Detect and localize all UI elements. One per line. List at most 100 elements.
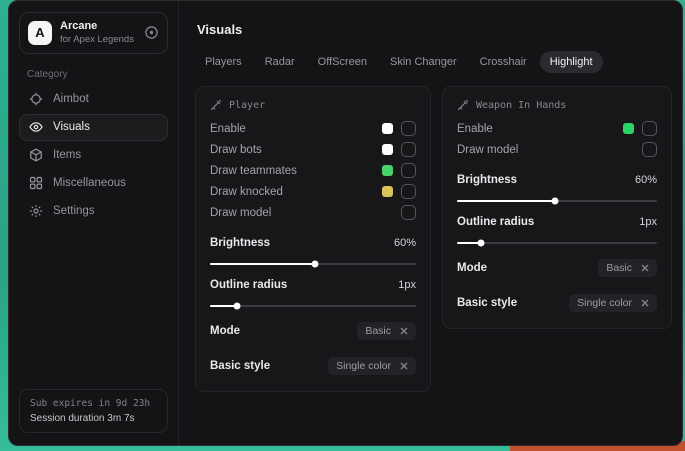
brightness-value: 60% [635, 174, 657, 186]
sidebar-item-visuals[interactable]: Visuals [19, 114, 168, 141]
toggle-row-enable: Enable [210, 118, 416, 139]
gun-icon [457, 99, 469, 111]
color-swatch[interactable] [382, 186, 393, 197]
basic-style-row: Basic style Single color [457, 292, 657, 314]
setting-label: Draw model [457, 144, 518, 156]
mode-row: Mode Basic [457, 257, 657, 279]
toggle-row-draw-knocked: Draw knocked [210, 181, 416, 202]
tab-offscreen[interactable]: OffScreen [308, 51, 377, 73]
tab-bar: Players Radar OffScreen Skin Changer Cro… [195, 51, 672, 73]
brightness-slider[interactable] [457, 200, 657, 202]
sidebar-item-label: Aimbot [53, 93, 89, 105]
sidebar-item-settings[interactable]: Settings [19, 198, 168, 225]
remove-tag-icon[interactable] [641, 299, 649, 307]
outline-radius-value: 1px [398, 279, 416, 291]
setting-label: Draw teammates [210, 165, 297, 177]
checkbox[interactable] [642, 142, 657, 157]
app-logo: A [28, 21, 52, 45]
checkbox[interactable] [401, 121, 416, 136]
mode-label: Mode [210, 325, 240, 337]
discord-icon[interactable] [144, 25, 159, 40]
tab-players[interactable]: Players [195, 51, 252, 73]
setting-label: Enable [457, 123, 493, 135]
outline-radius-label: Outline radius [457, 216, 534, 228]
color-swatch[interactable] [623, 123, 634, 134]
sidebar-item-label: Miscellaneous [53, 177, 126, 189]
app-title: Arcane [60, 20, 134, 34]
slider-fill [210, 263, 315, 265]
color-swatch[interactable] [382, 123, 393, 134]
color-swatch[interactable] [382, 144, 393, 155]
tab-crosshair[interactable]: Crosshair [470, 51, 537, 73]
grid-icon [29, 176, 43, 190]
basic-style-row: Basic style Single color [210, 355, 416, 377]
panel-title: Weapon In Hands [476, 100, 566, 111]
sidebar-nav: Aimbot Visuals Items [19, 86, 168, 226]
sidebar-item-label: Visuals [53, 121, 90, 133]
box-icon [29, 148, 43, 162]
outline-radius-label: Outline radius [210, 279, 287, 291]
tag-label: Single color [336, 360, 391, 372]
brightness-value: 60% [394, 237, 416, 249]
toggle-row-draw-bots: Draw bots [210, 139, 416, 160]
eye-icon [29, 120, 43, 134]
session-duration: Session duration 3m 7s [30, 413, 157, 424]
brightness-slider-group: Brightness 60% [210, 232, 416, 265]
page-title: Visuals [197, 22, 672, 37]
checkbox[interactable] [401, 142, 416, 157]
toggle-row-enable: Enable [457, 118, 657, 139]
sidebar-item-miscellaneous[interactable]: Miscellaneous [19, 170, 168, 197]
basic-style-label: Basic style [210, 360, 270, 372]
outline-radius-slider[interactable] [457, 242, 657, 244]
mode-tag[interactable]: Basic [357, 322, 416, 340]
basic-style-label: Basic style [457, 297, 517, 309]
slider-handle[interactable] [312, 261, 319, 268]
remove-tag-icon[interactable] [400, 327, 408, 335]
slider-handle[interactable] [233, 303, 240, 310]
slider-handle[interactable] [552, 198, 559, 205]
crosshair-icon [29, 92, 43, 106]
tab-radar[interactable]: Radar [255, 51, 305, 73]
outline-radius-slider[interactable] [210, 305, 416, 307]
content-area: Player Enable Draw bots [195, 86, 672, 392]
subscription-info-card: Sub expires in 9d 23h Session duration 3… [19, 389, 168, 433]
basic-style-tag[interactable]: Single color [328, 357, 416, 375]
app-header-card: A Arcane for Apex Legends [19, 12, 168, 54]
toggle-row-draw-model: Draw model [210, 202, 416, 223]
gear-icon [29, 204, 43, 218]
checkbox[interactable] [401, 205, 416, 220]
app-subtitle: for Apex Legends [60, 34, 134, 46]
sidebar-item-items[interactable]: Items [19, 142, 168, 169]
tab-highlight[interactable]: Highlight [540, 51, 603, 73]
subscription-expiry: Sub expires in 9d 23h [30, 398, 157, 409]
brightness-slider-group: Brightness 60% [457, 169, 657, 202]
toggle-row-draw-teammates: Draw teammates [210, 160, 416, 181]
mode-row: Mode Basic [210, 320, 416, 342]
mode-tag[interactable]: Basic [598, 259, 657, 277]
panel-weapon-header: Weapon In Hands [457, 99, 657, 111]
panel-weapon-in-hands: Weapon In Hands Enable Draw model [442, 86, 672, 329]
category-label: Category [27, 69, 160, 80]
main-area: Visuals Players Radar OffScreen Skin Cha… [179, 1, 683, 445]
sidebar-item-aimbot[interactable]: Aimbot [19, 86, 168, 113]
checkbox[interactable] [642, 121, 657, 136]
remove-tag-icon[interactable] [400, 362, 408, 370]
setting-label: Enable [210, 123, 246, 135]
gun-icon [210, 99, 222, 111]
slider-handle[interactable] [478, 240, 485, 247]
checkbox[interactable] [401, 184, 416, 199]
basic-style-tag[interactable]: Single color [569, 294, 657, 312]
outline-radius-slider-group: Outline radius 1px [210, 274, 416, 307]
brightness-slider[interactable] [210, 263, 416, 265]
remove-tag-icon[interactable] [641, 264, 649, 272]
checkbox[interactable] [401, 163, 416, 178]
outline-radius-slider-group: Outline radius 1px [457, 211, 657, 244]
tag-label: Single color [577, 297, 632, 309]
brightness-label: Brightness [457, 174, 517, 186]
sidebar-item-label: Items [53, 149, 81, 161]
tab-skin-changer[interactable]: Skin Changer [380, 51, 467, 73]
panel-player-header: Player [210, 99, 416, 111]
color-swatch[interactable] [382, 165, 393, 176]
panel-title: Player [229, 100, 265, 111]
tag-label: Basic [606, 262, 632, 274]
